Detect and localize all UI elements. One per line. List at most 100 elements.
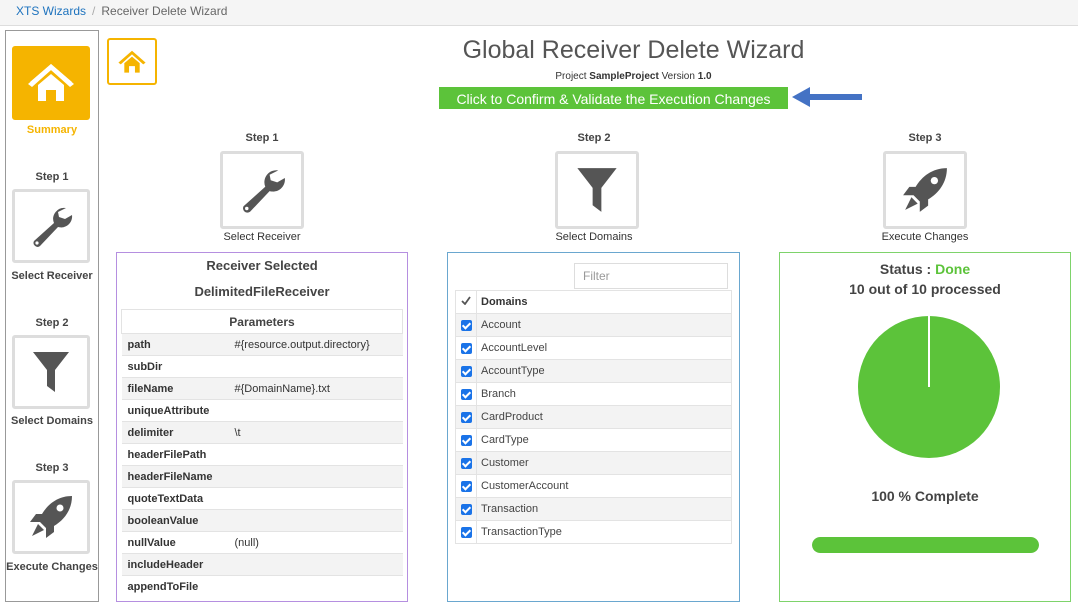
parameter-value <box>228 553 403 576</box>
domain-checkbox-cell[interactable] <box>455 336 477 360</box>
home-button[interactable] <box>107 38 157 85</box>
project-prefix: Project <box>555 71 587 82</box>
domain-checkbox[interactable] <box>460 503 472 515</box>
domain-checkbox[interactable] <box>460 434 472 446</box>
domain-name: AccountLevel <box>476 336 732 360</box>
parameter-row: booleanValue <box>121 509 403 532</box>
wrench-icon <box>33 207 73 247</box>
parameter-row: subDir <box>121 355 403 378</box>
filter-icon <box>33 352 69 392</box>
breadcrumb-separator: / <box>92 4 96 18</box>
domain-row[interactable]: CardType <box>455 428 732 452</box>
sidebar-step2-heading: Step 2 <box>35 317 69 329</box>
progress-pie-chart <box>858 316 1000 458</box>
home-icon <box>28 64 74 102</box>
domain-checkbox[interactable] <box>460 457 472 469</box>
step1-tile[interactable] <box>220 151 304 229</box>
processed-count: 10 out of 10 processed <box>849 281 1001 297</box>
domain-name: Transaction <box>476 497 732 521</box>
sidebar-summary-tile[interactable] <box>12 46 90 120</box>
domain-row[interactable]: AccountLevel <box>455 336 732 360</box>
breadcrumb: XTS Wizards / Receiver Delete Wizard <box>0 0 1078 26</box>
version-prefix: Version <box>661 71 695 82</box>
parameter-row: includeHeader <box>121 553 403 576</box>
execute-panel: Status : Done 10 out of 10 processed 100… <box>779 252 1071 602</box>
step2-tile[interactable] <box>555 151 639 229</box>
parameter-key: booleanValue <box>121 509 229 532</box>
domain-name: Account <box>476 313 732 337</box>
domain-checkbox-cell[interactable] <box>455 520 477 544</box>
domain-name: CardProduct <box>476 405 732 429</box>
domain-row[interactable]: AccountType <box>455 359 732 383</box>
sidebar-step2-tile[interactable] <box>12 335 90 409</box>
domains-column-header: Domains <box>476 290 732 314</box>
domain-name: AccountType <box>476 359 732 383</box>
version-number: 1.0 <box>697 71 712 82</box>
sidebar-step2-label[interactable]: Select Domains <box>6 415 98 427</box>
domain-checkbox-cell[interactable] <box>455 359 477 383</box>
domain-filter-input[interactable] <box>574 263 728 289</box>
step3-tile[interactable] <box>883 151 967 229</box>
sidebar-step3-tile[interactable] <box>12 480 90 554</box>
parameter-value <box>228 443 403 466</box>
parameter-value <box>228 399 403 422</box>
percent-complete: 100 % Complete <box>871 488 979 504</box>
domain-checkbox-cell[interactable] <box>455 497 477 521</box>
execution-status: Status : Done <box>780 261 1070 277</box>
rocket-icon <box>30 496 72 538</box>
domain-checkbox-cell[interactable] <box>455 405 477 429</box>
domain-name: Customer <box>476 451 732 475</box>
domain-row[interactable]: Branch <box>455 382 732 406</box>
domain-checkbox[interactable] <box>460 319 472 331</box>
status-value: Done <box>935 261 971 277</box>
page-title: Global Receiver Delete Wizard <box>462 36 805 64</box>
parameter-row: delimiter \t <box>121 421 403 444</box>
domain-checkbox[interactable] <box>460 365 472 377</box>
parameter-value: (null) <box>228 531 403 554</box>
domain-checkbox[interactable] <box>460 388 472 400</box>
parameter-key: uniqueAttribute <box>121 399 229 422</box>
domain-checkbox-cell[interactable] <box>455 382 477 406</box>
parameter-row: quoteTextData <box>121 487 403 510</box>
sidebar-step3-label[interactable]: Execute Changes <box>6 560 98 574</box>
parameter-value: \t <box>228 421 403 444</box>
domain-row[interactable]: Transaction <box>455 497 732 521</box>
receiver-name: DelimitedFileReceiver <box>194 284 330 299</box>
domain-row[interactable]: CardProduct <box>455 405 732 429</box>
receiver-panel: Receiver Selected DelimitedFileReceiver … <box>116 252 408 602</box>
domain-checkbox-cell[interactable] <box>455 428 477 452</box>
domains-panel: Domains AccountAccountLevelAccountTypeBr… <box>447 252 740 602</box>
confirm-validate-button[interactable]: Click to Confirm & Validate the Executio… <box>439 87 788 109</box>
domain-checkbox-cell[interactable] <box>455 451 477 475</box>
domain-row[interactable]: Account <box>455 313 732 337</box>
domain-name: TransactionType <box>476 520 732 544</box>
step1-label: Select Receiver <box>223 231 301 243</box>
parameter-key: delimiter <box>121 421 229 444</box>
project-name: SampleProject <box>589 71 659 82</box>
domain-checkbox[interactable] <box>460 480 472 492</box>
parameters-header: Parameters <box>121 309 403 334</box>
step3-label: Execute Changes <box>881 231 969 243</box>
domain-name: CardType <box>476 428 732 452</box>
parameter-key: includeHeader <box>121 553 229 576</box>
sidebar-step1-tile[interactable] <box>12 189 90 263</box>
sidebar-step1-label[interactable]: Select Receiver <box>6 270 98 282</box>
domain-checkbox[interactable] <box>460 342 472 354</box>
status-label: Status : <box>879 261 932 277</box>
select-all-checkmark-icon[interactable] <box>455 290 477 314</box>
parameter-value <box>228 465 403 488</box>
filter-icon <box>577 168 617 212</box>
domain-checkbox[interactable] <box>460 526 472 538</box>
sidebar-summary-label[interactable]: Summary <box>6 124 98 136</box>
step2-label: Select Domains <box>555 231 633 243</box>
domain-row[interactable]: CustomerAccount <box>455 474 732 498</box>
breadcrumb-root-link[interactable]: XTS Wizards <box>16 4 86 18</box>
parameter-key: fileName <box>121 377 229 400</box>
parameter-row: path #{resource.output.directory} <box>121 333 403 356</box>
parameter-row: headerFileName <box>121 465 403 488</box>
domain-checkbox[interactable] <box>460 411 472 423</box>
domain-checkbox-cell[interactable] <box>455 313 477 337</box>
domain-checkbox-cell[interactable] <box>455 474 477 498</box>
domain-row[interactable]: TransactionType <box>455 520 732 544</box>
domain-row[interactable]: Customer <box>455 451 732 475</box>
